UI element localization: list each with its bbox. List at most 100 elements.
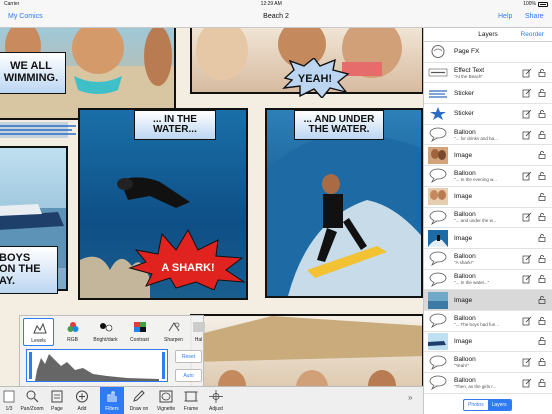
filter-sharpen-button[interactable]: Sharpen (158, 318, 189, 346)
edit-layer-icon[interactable] (522, 316, 532, 326)
layer-thumbnail (428, 43, 448, 60)
battery-icon (538, 1, 548, 7)
effect-text-sticker[interactable] (0, 120, 78, 140)
lock-icon[interactable] (538, 275, 546, 284)
layer-text: Sticker (454, 90, 522, 97)
panel-hut[interactable] (190, 314, 423, 386)
edit-layer-icon[interactable] (522, 254, 532, 264)
caption-we-all[interactable]: WE ALL WIMMING. (0, 52, 66, 94)
histogram-chart (29, 352, 165, 381)
lock-icon[interactable] (538, 296, 546, 304)
photos-segment[interactable]: Photos (464, 400, 488, 410)
layer-row[interactable]: Balloon "... In the water..." (424, 270, 552, 291)
lock-icon[interactable] (538, 213, 546, 222)
layer-subtitle: "Yeah!" (454, 363, 469, 369)
lock-icon[interactable] (538, 234, 546, 242)
lock-icon[interactable] (538, 379, 546, 387)
yeah-burst-balloon[interactable]: YEAH! (280, 58, 350, 98)
layer-text: Image (454, 193, 538, 200)
lock-icon[interactable] (538, 89, 546, 98)
filter-contrast-button[interactable]: Contrast (124, 318, 155, 346)
layer-row[interactable]: Balloon "A shark!" (424, 249, 552, 270)
lock-icon[interactable] (538, 317, 546, 325)
edit-layer-icon[interactable] (522, 88, 532, 98)
layer-row[interactable]: Sticker (424, 104, 552, 125)
share-button[interactable]: Share (525, 13, 544, 20)
lock-icon[interactable] (538, 151, 546, 160)
edit-layer-icon[interactable] (522, 130, 532, 140)
layer-text: Balloon "... In the water..." (454, 273, 522, 285)
edit-layer-icon[interactable] (522, 212, 532, 222)
layer-row[interactable]: Balloon "Yeah!" (424, 352, 552, 373)
lock-icon[interactable] (538, 192, 546, 201)
layer-row[interactable]: Image (424, 290, 552, 311)
layer-row[interactable]: Balloon "... The boys had fun... (424, 311, 552, 332)
layer-text: Balloon "... The boys had fun... (454, 315, 522, 327)
filter-levels-button[interactable]: Levels (23, 318, 54, 346)
filter-brightdark-button[interactable]: Bright/dark (90, 318, 121, 346)
levels-histogram[interactable] (26, 349, 168, 382)
layer-thumbnail (428, 126, 448, 143)
layer-row[interactable]: Image (424, 145, 552, 167)
battery-percent: 100% (523, 1, 536, 7)
edit-layer-icon[interactable] (522, 357, 532, 367)
layer-thumbnail (428, 209, 448, 226)
levels-icon (33, 322, 47, 334)
layer-row[interactable]: Sticker (424, 83, 552, 105)
photos-layers-segmented-control[interactable]: Photos Layers (463, 399, 512, 411)
caption-boys[interactable]: BOYS ON THE AY. (0, 246, 58, 294)
toolbar-expand-icon[interactable]: » (408, 393, 412, 402)
help-button[interactable]: Help (498, 13, 512, 20)
filter-label: Hal (194, 337, 203, 343)
edit-layer-icon[interactable] (522, 378, 532, 388)
lock-icon[interactable] (538, 172, 546, 180)
white-point-handle[interactable] (162, 352, 165, 379)
layer-text: Balloon "... and under the w... (454, 211, 522, 223)
layers-header: Layers Reorder (424, 28, 552, 42)
filter-label: Levels (31, 338, 46, 344)
filter-rgb-button[interactable]: RGB (57, 318, 88, 346)
layer-row[interactable]: Image (424, 332, 552, 353)
filter-halftone-button[interactable]: Hal (192, 318, 205, 346)
caption-and-under[interactable]: ... AND UNDER THE WATER. (294, 110, 384, 140)
edit-layer-icon[interactable] (522, 274, 532, 284)
lock-icon[interactable] (538, 358, 546, 367)
comic-canvas[interactable]: WE ALL WIMMING. YEAH! BOYS ON THE AY. ..… (0, 28, 423, 386)
layer-row[interactable]: Balloon "... for drinks and ba... (424, 125, 552, 146)
layer-thumbnail (428, 271, 448, 288)
lock-icon[interactable] (538, 254, 546, 263)
layer-row[interactable]: Effect Text "At the Beach" (424, 63, 552, 84)
reorder-button[interactable]: Reorder (521, 31, 544, 38)
add-icon (76, 390, 88, 403)
add-button[interactable]: Add (70, 387, 94, 414)
auto-button[interactable]: Auto (175, 369, 202, 382)
edit-layer-icon[interactable] (522, 68, 532, 78)
lock-icon[interactable] (538, 110, 546, 118)
layer-name: Effect Text (454, 66, 485, 74)
adjust-button[interactable]: Adjust (204, 387, 228, 414)
layer-name: Balloon (454, 314, 476, 322)
reset-button[interactable]: Reset (175, 350, 202, 363)
lock-icon[interactable] (538, 337, 546, 346)
black-point-handle[interactable] (29, 352, 32, 379)
layer-list[interactable]: Page FX Effect Text "At the Beach" Sticker S… (424, 42, 552, 394)
layer-row[interactable]: Balloon "... and under the w... (424, 208, 552, 229)
layer-row[interactable]: Image (424, 187, 552, 208)
layer-row[interactable]: Balloon "Then, as the girls r... (424, 373, 552, 394)
layer-row[interactable]: Page FX (424, 42, 552, 63)
lock-icon[interactable] (538, 130, 546, 139)
shark-burst-balloon[interactable]: A SHARK! (126, 228, 246, 290)
layer-name: Image (454, 234, 473, 242)
layer-row[interactable]: Balloon "... In the evening w... (424, 166, 552, 187)
layer-row[interactable]: Image (424, 228, 552, 249)
edit-layer-icon[interactable] (522, 171, 532, 181)
layer-text: Balloon "Yeah!" (454, 356, 522, 368)
caption-in-the-water[interactable]: ... IN THE WATER... (134, 110, 216, 140)
layer-name: Balloon (454, 128, 476, 136)
filters-popup: Levels RGB Bright/dark Contrast Sharpen … (19, 315, 205, 386)
layers-segment[interactable]: Layers (487, 400, 511, 410)
lock-icon[interactable] (538, 68, 546, 77)
layer-name: Balloon (454, 376, 476, 384)
layer-thumbnail (428, 188, 448, 206)
edit-layer-icon[interactable] (522, 109, 532, 119)
